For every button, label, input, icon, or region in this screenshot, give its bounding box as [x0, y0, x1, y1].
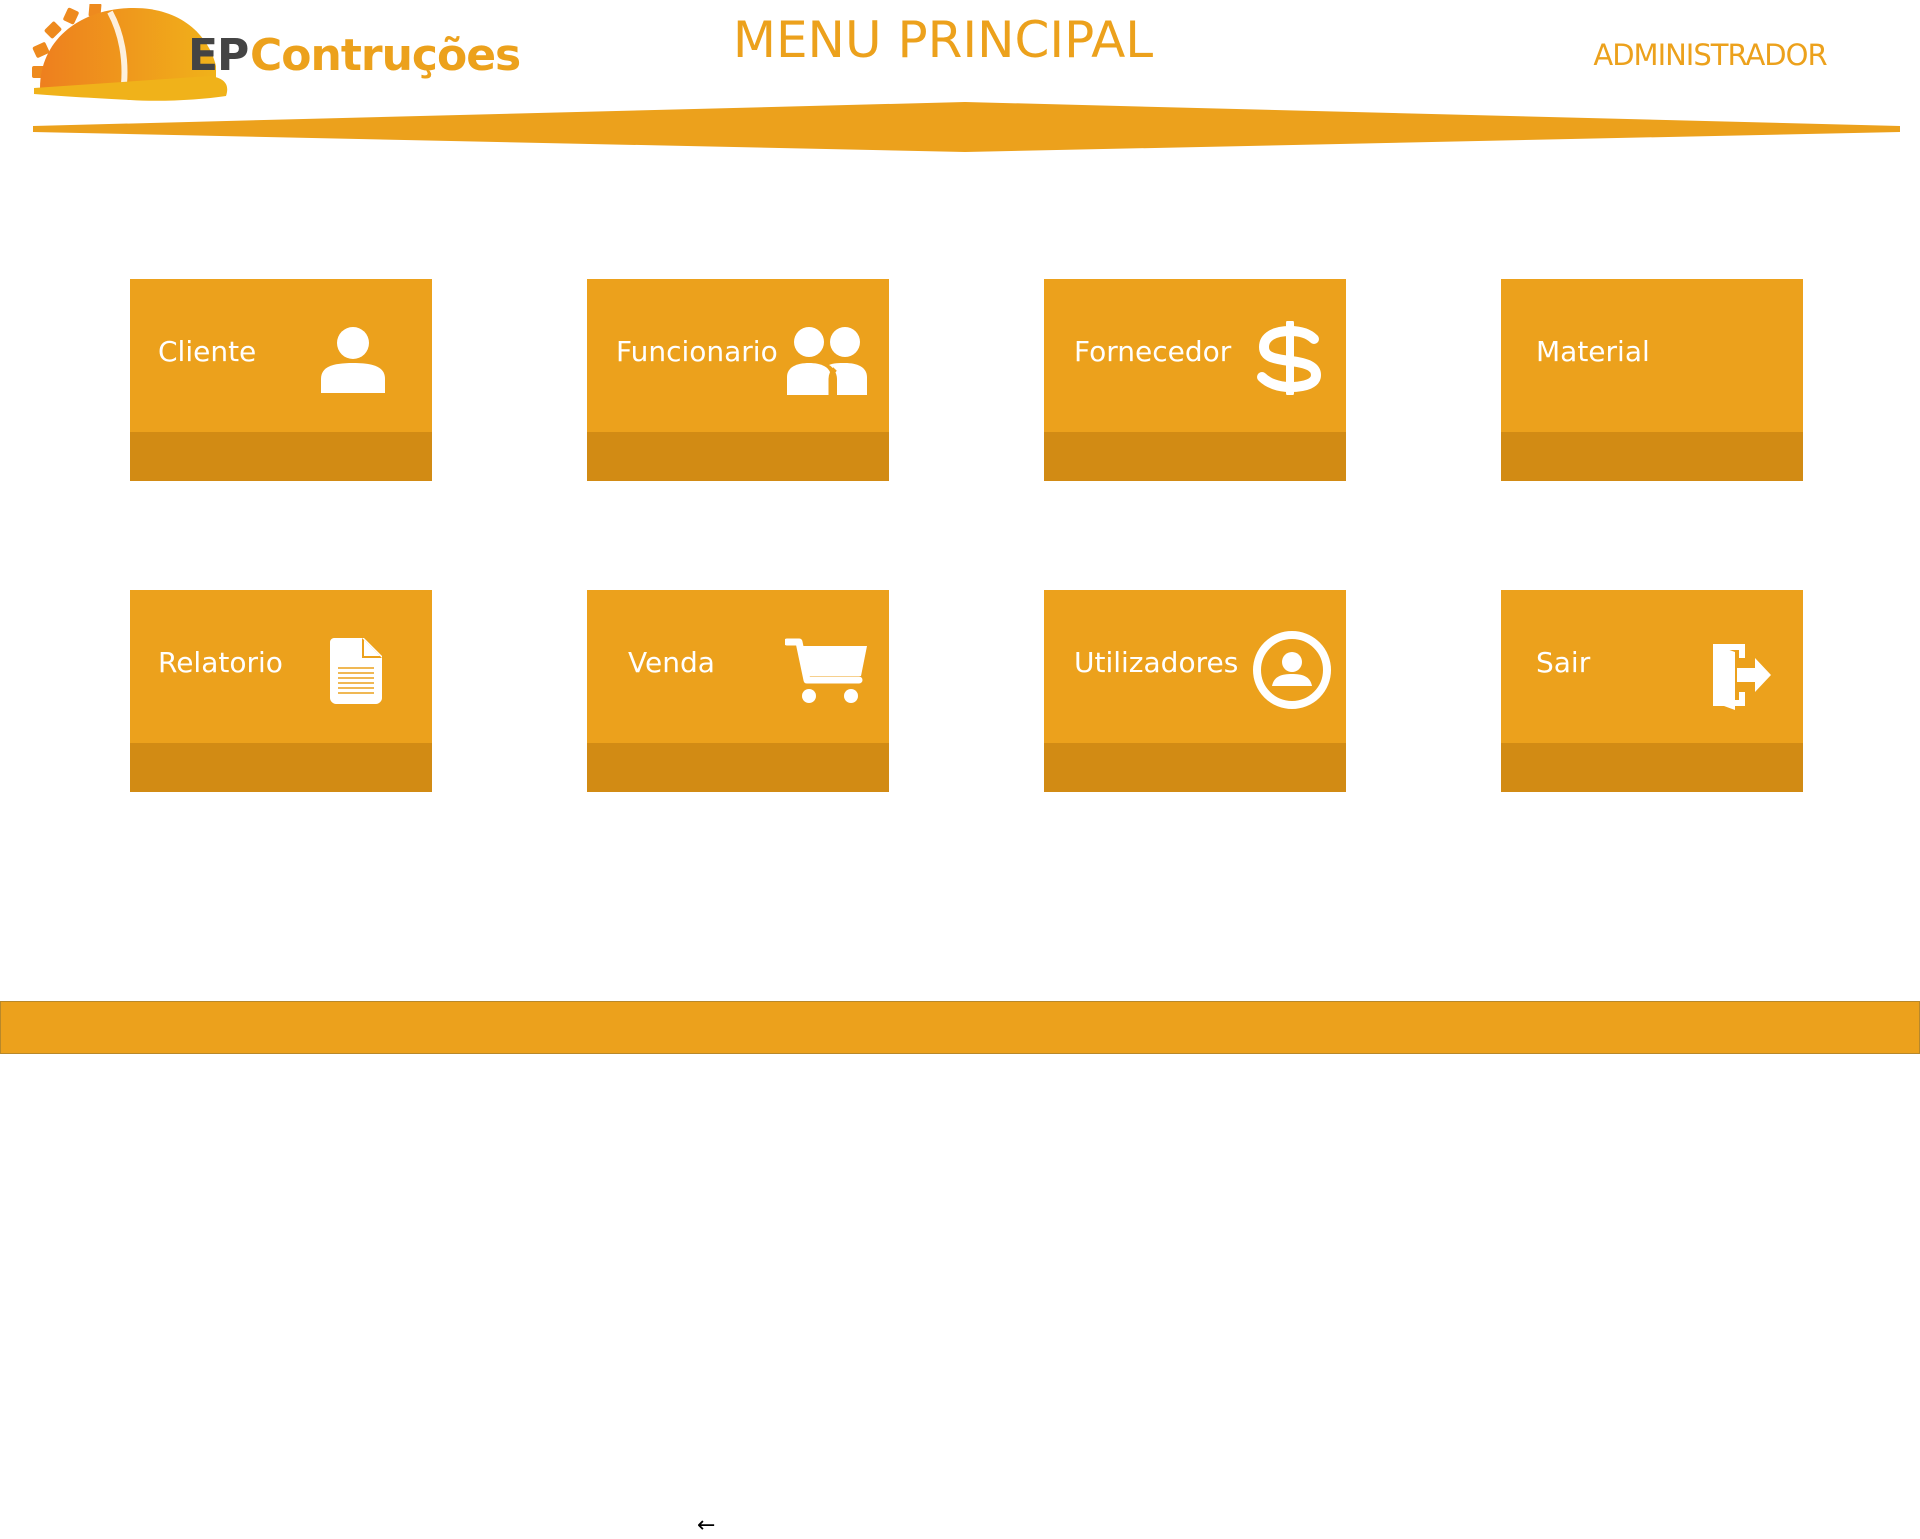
- utilizadores-button[interactable]: Utilizadores: [1044, 590, 1346, 792]
- header-divider: [33, 102, 1900, 152]
- tile-footer: [1044, 743, 1346, 792]
- material-button[interactable]: Material: [1501, 279, 1803, 481]
- back-arrow-icon[interactable]: ←: [697, 1515, 715, 1537]
- funcionario-button[interactable]: Funcionario: [587, 279, 889, 481]
- person-icon: [321, 327, 385, 393]
- brand-prefix: EP: [188, 30, 249, 81]
- venda-button[interactable]: Venda: [587, 590, 889, 792]
- document-icon: [330, 638, 382, 704]
- tile-label: Material: [1536, 335, 1650, 368]
- cart-icon: [785, 638, 867, 703]
- sair-button[interactable]: Sair: [1501, 590, 1803, 792]
- tile-label: Sair: [1536, 646, 1591, 679]
- tile-label: Relatorio: [158, 646, 283, 679]
- tile-footer: [587, 432, 889, 481]
- tile-footer: [130, 432, 432, 481]
- tile-footer: [130, 743, 432, 792]
- people-icon: [787, 327, 867, 395]
- tile-label: Venda: [628, 646, 715, 679]
- tile-label: Utilizadores: [1074, 646, 1239, 679]
- dollar-icon: [1257, 321, 1322, 395]
- tile-footer: [1501, 432, 1803, 481]
- tile-footer: [587, 743, 889, 792]
- footer-bar: [0, 1001, 1920, 1054]
- brand-name: Contruções: [250, 30, 521, 81]
- user-circle-icon: [1253, 631, 1331, 709]
- user-role-label: ADMINISTRADOR: [1593, 38, 1827, 72]
- fornecedor-button[interactable]: Fornecedor: [1044, 279, 1346, 481]
- relatorio-button[interactable]: Relatorio: [130, 590, 432, 792]
- tile-footer: [1044, 432, 1346, 481]
- tile-label: Cliente: [158, 335, 257, 368]
- tile-label: Fornecedor: [1074, 335, 1232, 368]
- cliente-button[interactable]: Cliente: [130, 279, 432, 481]
- exit-door-icon: [1713, 644, 1771, 710]
- tile-label: Funcionario: [616, 335, 778, 368]
- page-title: MENU PRINCIPAL: [732, 11, 1154, 69]
- tile-footer: [1501, 743, 1803, 792]
